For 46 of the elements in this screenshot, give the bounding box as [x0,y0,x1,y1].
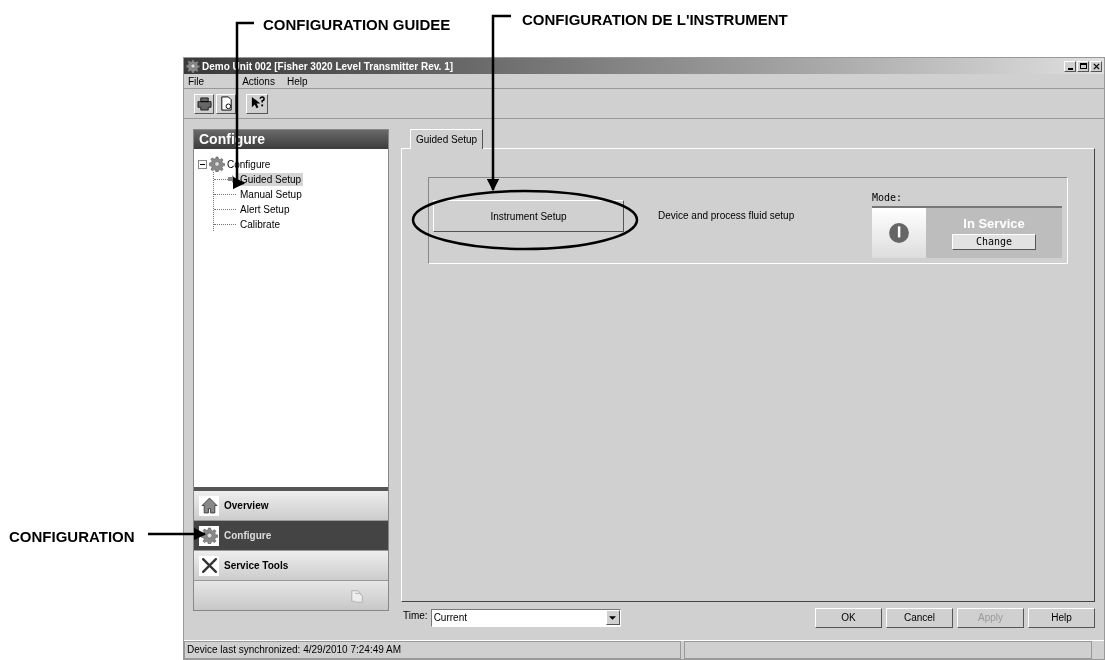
page-magnifier-icon [218,96,234,111]
tree-item[interactable]: Calibrate [238,217,283,231]
time-dropdown[interactable]: Current [430,608,621,627]
collapse-toggle[interactable] [198,159,207,169]
dialog-button[interactable]: Help [1028,607,1095,628]
menu-item[interactable]: Help [286,73,308,89]
status-text: Device last synchronized: 4/29/2010 7:24:49 AM [184,641,681,659]
instrument-setup-button[interactable]: Instrument Setup [433,200,624,232]
minimize-button[interactable] [1064,60,1076,72]
description-text: Device and process fluid setup [658,209,795,223]
printer-icon [196,96,212,111]
menu-item[interactable]: File [188,73,205,89]
caret-icon [609,615,617,620]
close-icon [1092,62,1100,70]
time-label: Time: [403,609,428,623]
app-icon [186,59,200,73]
menu-item[interactable]: Actions [242,73,275,89]
callout-label: CONFIGURATION [9,527,135,547]
maximize-button[interactable] [1077,60,1089,72]
help-pointer-button[interactable] [246,93,268,114]
nav-item[interactable]: Overview [194,491,388,521]
print-button[interactable] [194,93,214,114]
house-icon [200,497,218,514]
dialog-button[interactable]: OK [815,607,882,628]
tree-item[interactable]: Manual Setup [238,187,304,201]
gear-icon [209,156,225,172]
change-button[interactable]: Change [952,234,1036,250]
close-button[interactable] [1090,60,1102,72]
tree-item[interactable]: Alert Setup [238,202,292,216]
tab[interactable]: Guided Setup [410,129,484,149]
tools-icon [200,557,218,574]
callout-arrow [148,527,207,541]
window-title: Demo Unit 002 [Fisher 3020 Level Transmitter Rev. 1] [202,59,454,74]
preview-button[interactable] [216,93,236,114]
gear-icon [200,527,218,544]
callout-label: CONFIGURATION GUIDEE [263,15,451,35]
tree-item[interactable]: Guided Setup [238,172,304,186]
nav-item[interactable]: Configure [194,521,388,551]
dialog-button[interactable]: Cancel [886,607,953,628]
nav-item[interactable]: Service Tools [194,551,388,581]
power-icon [888,222,910,244]
pointer-question-icon [249,96,265,111]
mode-label: Mode: [872,191,904,205]
mode-status: In Service [963,216,1025,231]
callout-label: CONFIGURATION DE L'INSTRUMENT [522,10,788,30]
arrow-icon [228,175,236,183]
